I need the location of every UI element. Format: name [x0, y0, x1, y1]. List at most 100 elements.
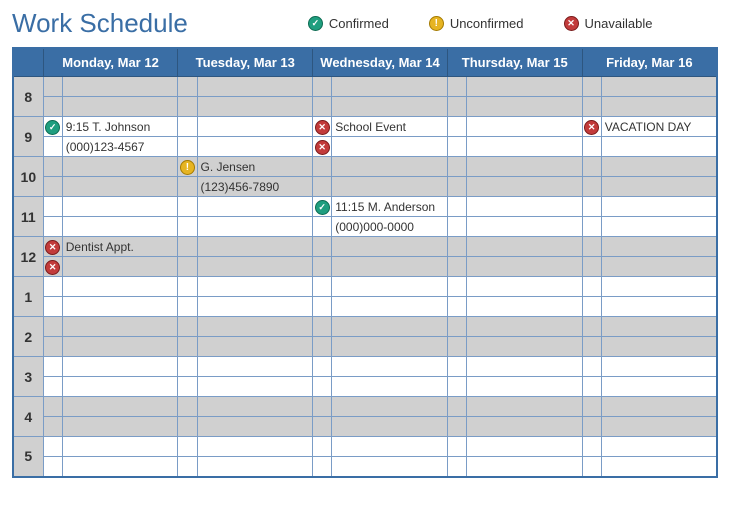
cell — [332, 177, 448, 197]
cell-icon — [178, 77, 197, 97]
cell-icon — [313, 417, 332, 437]
cell — [467, 257, 583, 277]
cell — [601, 397, 717, 417]
cell-icon — [582, 157, 601, 177]
cell-icon — [313, 357, 332, 377]
cell-icon — [313, 217, 332, 237]
legend-unavailable: Unavailable — [564, 16, 653, 31]
unavailable-icon — [584, 120, 599, 135]
cell — [197, 297, 313, 317]
cell-icon — [178, 417, 197, 437]
cell-icon — [447, 97, 466, 117]
cell — [197, 317, 313, 337]
cell-icon — [447, 157, 466, 177]
cell-icon — [43, 317, 62, 337]
cell-icon — [313, 437, 332, 457]
cell-icon — [313, 97, 332, 117]
cell — [62, 337, 178, 357]
cell — [467, 377, 583, 397]
cell — [62, 357, 178, 377]
cell-icon — [582, 337, 601, 357]
day-header-tue: Tuesday, Mar 13 — [178, 48, 313, 77]
cell — [62, 157, 178, 177]
cell-icon — [582, 177, 601, 197]
cell — [197, 377, 313, 397]
cell-icon — [178, 157, 197, 177]
cell-icon — [582, 197, 601, 217]
cell — [332, 297, 448, 317]
cell — [62, 197, 178, 217]
cell — [467, 177, 583, 197]
cell — [332, 317, 448, 337]
unavailable-icon — [315, 120, 330, 135]
cell — [62, 277, 178, 297]
cell-icon — [178, 237, 197, 257]
cell-icon — [582, 317, 601, 337]
cell-icon — [178, 357, 197, 377]
event-fri-9a: VACATION DAY — [601, 117, 717, 137]
cell-icon — [43, 277, 62, 297]
cell-icon — [178, 197, 197, 217]
cell — [467, 397, 583, 417]
cell-icon — [178, 397, 197, 417]
cell — [467, 237, 583, 257]
cell — [332, 337, 448, 357]
cell — [197, 417, 313, 437]
cell-icon — [313, 377, 332, 397]
confirmed-icon — [308, 16, 323, 31]
cell-icon — [447, 77, 466, 97]
cell — [332, 357, 448, 377]
cell-icon — [43, 177, 62, 197]
cell — [197, 257, 313, 277]
cell — [62, 257, 178, 277]
cell-icon — [313, 77, 332, 97]
cell-icon — [43, 417, 62, 437]
cell-icon — [447, 457, 466, 477]
cell-icon — [582, 257, 601, 277]
cell-icon — [313, 177, 332, 197]
event-wed-9a: School Event — [332, 117, 448, 137]
legend-confirmed: Confirmed — [308, 16, 389, 31]
cell — [467, 217, 583, 237]
cell-icon — [313, 397, 332, 417]
cell — [197, 217, 313, 237]
cell-icon — [582, 217, 601, 237]
cell — [197, 237, 313, 257]
event-wed-11a: 11:15 M. Anderson — [332, 197, 448, 217]
day-header-fri: Friday, Mar 16 — [582, 48, 717, 77]
cell-icon — [43, 457, 62, 477]
cell-icon — [178, 297, 197, 317]
cell — [601, 417, 717, 437]
cell-icon — [447, 237, 466, 257]
cell — [601, 217, 717, 237]
cell — [601, 77, 717, 97]
cell-icon — [43, 157, 62, 177]
cell-icon — [582, 357, 601, 377]
cell — [467, 437, 583, 457]
cell — [197, 97, 313, 117]
unavailable-icon — [564, 16, 579, 31]
event-tue-10a: G. Jensen — [197, 157, 313, 177]
cell — [601, 197, 717, 217]
cell-icon — [313, 237, 332, 257]
cell-icon — [447, 337, 466, 357]
hour-1: 1 — [13, 277, 43, 317]
cell — [601, 177, 717, 197]
event-mon-9a: 9:15 T. Johnson — [62, 117, 178, 137]
cell-icon — [178, 437, 197, 457]
cell — [467, 97, 583, 117]
cell — [467, 277, 583, 297]
cell-icon — [313, 337, 332, 357]
schedule-table: Monday, Mar 12 Tuesday, Mar 13 Wednesday… — [12, 47, 718, 478]
unavailable-icon — [45, 260, 60, 275]
cell-icon — [43, 357, 62, 377]
cell — [601, 377, 717, 397]
hour-2: 2 — [13, 317, 43, 357]
legend-unconfirmed: Unconfirmed — [429, 16, 524, 31]
cell — [601, 157, 717, 177]
cell — [62, 377, 178, 397]
cell — [601, 457, 717, 477]
cell — [62, 297, 178, 317]
cell-icon — [43, 117, 62, 137]
cell-icon — [313, 257, 332, 277]
